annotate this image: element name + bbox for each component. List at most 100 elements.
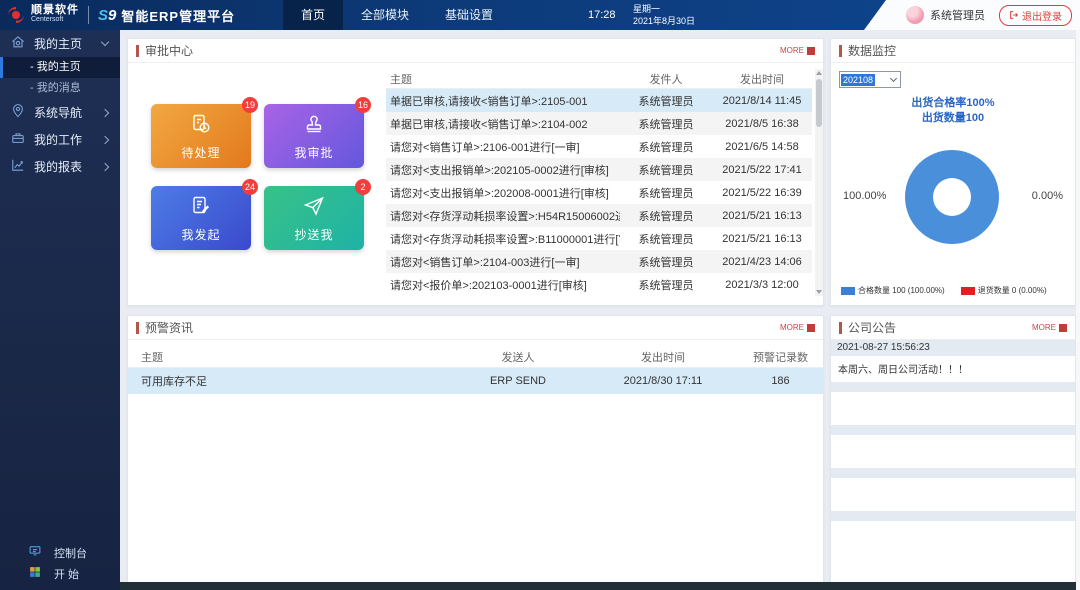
approval-panel-title: 审批中心: [145, 42, 193, 59]
panel-accent-bar: [136, 45, 139, 57]
row-sender: 系统管理员: [620, 162, 712, 178]
alert-row[interactable]: 可用库存不足ERP SEND2021/8/30 17:11186: [128, 368, 823, 394]
row-count: 186: [738, 375, 823, 387]
user-avatar[interactable]: [906, 6, 924, 24]
pin-icon: [10, 103, 26, 122]
row-time: 2021/8/5 16:38: [712, 118, 812, 130]
row-subject: 请您对<存货浮动耗损率设置>:H54R15006002进行[审核]: [386, 208, 620, 224]
announcement-date: [831, 382, 1075, 392]
approval-tile[interactable]: 抄送我2: [264, 186, 364, 250]
approval-scrollbar[interactable]: [815, 69, 823, 296]
sidebar-footer-item[interactable]: 开 始: [0, 563, 120, 584]
row-time: 2021/5/22 16:39: [712, 187, 812, 199]
row-sender: 系统管理员: [620, 93, 712, 109]
approval-row[interactable]: 单据已审核,请接收<销售订单>:2105-001系统管理员2021/8/14 1…: [386, 89, 812, 112]
count-badge: 24: [242, 179, 258, 195]
more-icon: [807, 324, 815, 332]
centersoft-logo-icon: [6, 5, 26, 25]
legend-label: 退货数量 0 (0.00%): [978, 285, 1047, 296]
stamp-icon: [302, 112, 326, 141]
page-scrollbar[interactable]: [1076, 30, 1080, 590]
approval-row[interactable]: 请您对<支出报销单>:202008-0001进行[审核]系统管理员2021/5/…: [386, 181, 812, 204]
count-badge: 19: [242, 97, 258, 113]
sidebar-item[interactable]: 我的主页: [0, 30, 120, 57]
panel-accent-bar: [839, 45, 842, 57]
legend-label: 合格数量 100 (100.00%): [858, 285, 945, 296]
row-subject: 请您对<支出报销单>:202105-0002进行[审核]: [386, 162, 620, 178]
logo-en: Centersoft: [31, 15, 79, 25]
tile-label: 我发起: [181, 226, 220, 243]
sidebar-footer: 控制台开 始: [0, 542, 120, 584]
sidebar-item-label: 我的主页: [34, 35, 82, 52]
alerts-more-link[interactable]: MORE: [780, 323, 815, 332]
approval-row[interactable]: 单据已审核,请接收<销售订单>:2104-002系统管理员2021/8/5 16…: [386, 112, 812, 135]
announcement-date: 2021-08-27 15:56:23: [831, 340, 1075, 356]
announcement-list: 2021-08-27 15:56:23本周六、周日公司活动！！！: [831, 340, 1075, 579]
sidebar-item[interactable]: 我的工作: [0, 126, 120, 153]
count-badge: 16: [355, 97, 371, 113]
legend-swatch: [961, 287, 975, 295]
row-subject: 请您对<存货浮动耗损率设置>:B11000001进行[审核]: [386, 231, 620, 247]
sidebar-menu: 我的主页 - 我的主页- 我的消息系统导航我的工作我的报表: [0, 30, 120, 180]
logo-text: 顺景软件 Centersoft: [31, 5, 79, 25]
approval-row[interactable]: 请您对<支出报销单>:202105-0002进行[审核]系统管理员2021/5/…: [386, 158, 812, 181]
row-sender: 系统管理员: [620, 208, 712, 224]
doc-edit-icon: [189, 194, 213, 223]
start-icon: [28, 565, 42, 582]
scrollbar-thumb[interactable]: [816, 79, 822, 127]
sidebar-footer-item[interactable]: 控制台: [0, 542, 120, 563]
column-header: 发件人: [620, 71, 712, 87]
nav-tab[interactable]: 全部模块: [343, 0, 427, 30]
approval-more-link[interactable]: MORE: [780, 46, 815, 55]
s9-logo: S9: [98, 7, 116, 24]
top-bar: 顺景软件 Centersoft S9 智能ERP管理平台 首页全部模块基础设置 …: [0, 0, 1080, 30]
more-icon: [1059, 324, 1067, 332]
tile-label: 抄送我: [294, 226, 333, 243]
company-announcement-panel: 公司公告 MORE 2021-08-27 15:56:23本周六、周日公司活动！…: [830, 315, 1076, 590]
approval-table: 主题发件人发出时间 单据已审核,请接收<销售订单>:2105-001系统管理员2…: [386, 69, 812, 296]
chevron-right-icon: [101, 162, 109, 170]
chevron-right-icon: [101, 135, 109, 143]
ship-qty-text: 出货数量100: [831, 109, 1075, 125]
nav-tab[interactable]: 首页: [283, 0, 343, 30]
sidebar-subitem[interactable]: - 我的消息: [0, 78, 120, 99]
announcement-date: [831, 425, 1075, 435]
logout-button[interactable]: 退出登录: [999, 5, 1072, 26]
column-header: 发出时间: [588, 349, 738, 365]
briefcase-icon: [10, 130, 26, 149]
count-badge: 2: [355, 179, 371, 195]
period-select[interactable]: 202108: [839, 71, 901, 88]
approval-tile[interactable]: 待处理19: [151, 104, 251, 168]
brand-divider: [88, 6, 89, 24]
report-icon: [10, 157, 26, 176]
row-time: 2021/5/21 16:13: [712, 233, 812, 245]
legend-item: 合格数量 100 (100.00%): [841, 285, 945, 296]
announcement-item: [831, 382, 1075, 425]
sidebar-subitem[interactable]: - 我的主页: [0, 57, 120, 78]
clock: 17:28: [588, 0, 616, 30]
sidebar-item[interactable]: 系统导航: [0, 99, 120, 126]
approval-row[interactable]: 请您对<销售订单>:2106-001进行[一审]系统管理员2021/6/5 14…: [386, 135, 812, 158]
approval-row[interactable]: 请您对<报价单>:202103-0001进行[审核]系统管理员2021/3/3 …: [386, 273, 812, 296]
nav-tab[interactable]: 基础设置: [427, 0, 511, 30]
approval-row[interactable]: 请您对<存货浮动耗损率设置>:B11000001进行[审核]系统管理员2021/…: [386, 227, 812, 250]
announce-more-link[interactable]: MORE: [1032, 323, 1067, 332]
approval-table-body: 单据已审核,请接收<销售订单>:2105-001系统管理员2021/8/14 1…: [386, 89, 812, 296]
announcement-item: [831, 425, 1075, 468]
sidebar-item[interactable]: 我的报表: [0, 153, 120, 180]
erp-dashboard: 顺景软件 Centersoft S9 智能ERP管理平台 首页全部模块基础设置 …: [0, 0, 1080, 590]
approval-row[interactable]: 请您对<存货浮动耗损率设置>:H54R15006002进行[审核]系统管理员20…: [386, 204, 812, 227]
approval-row[interactable]: 请您对<销售订单>:2104-003进行[一审]系统管理员2021/4/23 1…: [386, 250, 812, 273]
console-icon: [28, 544, 42, 561]
doc-clock-icon: [189, 112, 213, 141]
alerts-table-body: 可用库存不足ERP SEND2021/8/30 17:11186: [128, 368, 823, 394]
row-time: 2021/6/5 14:58: [712, 141, 812, 153]
announcement-text[interactable]: 本周六、周日公司活动！！！: [831, 356, 1075, 382]
sidebar-item-label: 我的报表: [34, 158, 82, 175]
approval-tile[interactable]: 我发起24: [151, 186, 251, 250]
sidebar: 我的主页 - 我的主页- 我的消息系统导航我的工作我的报表 控制台开 始: [0, 30, 120, 590]
sidebar-item-label: 系统导航: [34, 104, 82, 121]
approval-tile[interactable]: 我审批16: [264, 104, 364, 168]
panel-accent-bar: [136, 322, 139, 334]
panel-accent-bar: [839, 322, 842, 334]
